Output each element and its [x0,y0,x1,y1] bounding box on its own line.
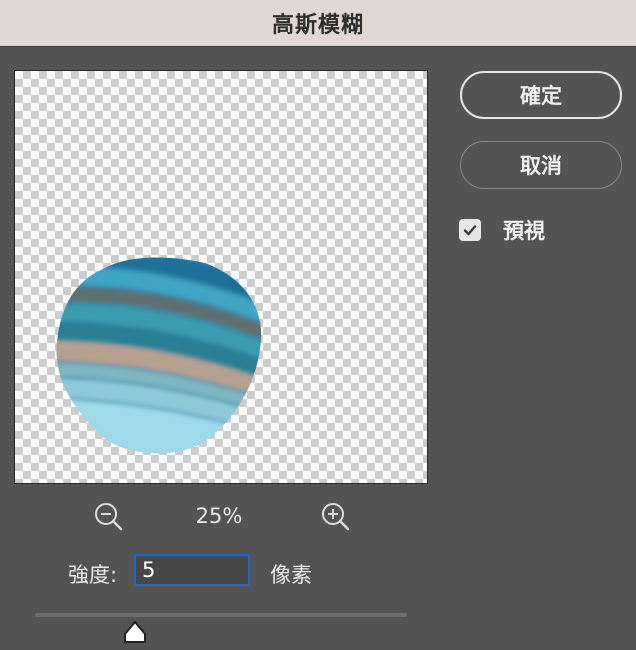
zoom-controls: 25% [14,500,426,534]
zoom-in-icon[interactable] [319,500,353,534]
strength-label: 強度: [68,563,118,587]
preview-checkbox[interactable]: 預視 [459,217,599,243]
gaussian-blur-dialog: 高斯模糊 25% 強度: 5 像素 確定 取消 預視 [0,0,636,650]
cancel-button[interactable]: 取消 [460,141,622,189]
zoom-out-icon[interactable] [92,500,126,534]
strength-slider-track[interactable] [35,613,407,617]
preview-canvas[interactable] [14,70,428,484]
dialog-title: 高斯模糊 [271,13,364,38]
strength-input[interactable] [134,554,250,586]
strength-unit-label: 像素 [270,563,312,587]
checkbox-checked-icon[interactable] [459,219,481,241]
strength-slider-thumb[interactable] [122,620,148,644]
preview-image [56,257,262,454]
ok-button[interactable]: 確定 [460,71,622,119]
zoom-level: 25% [195,504,243,528]
strength-row: 強度: 像素 [0,554,636,590]
preview-label: 預視 [503,219,545,243]
title-bar: 高斯模糊 [0,0,636,47]
